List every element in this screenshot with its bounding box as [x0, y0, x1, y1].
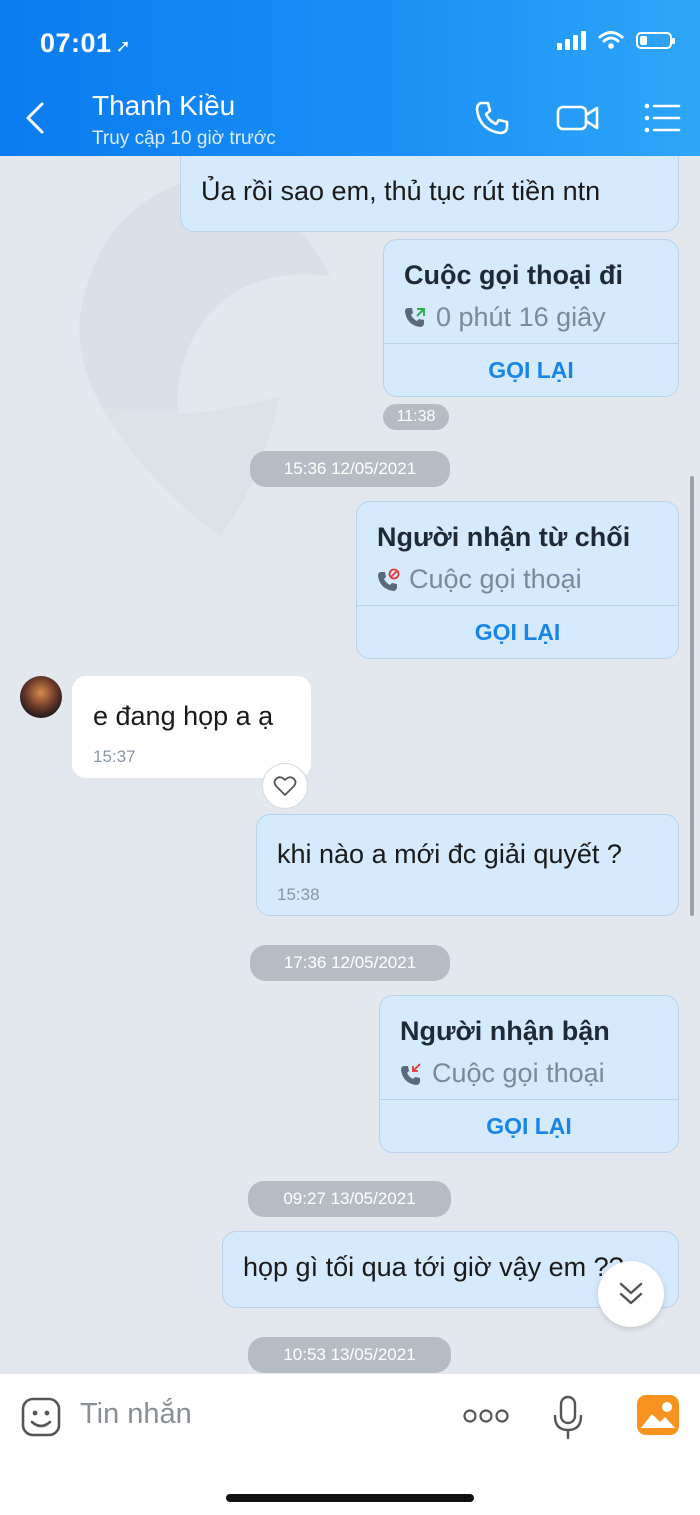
status-indicators: [557, 30, 675, 50]
date-separator: 09:27 13/05/2021: [248, 1181, 451, 1217]
call-back-button[interactable]: GỌI LẠI: [357, 619, 678, 646]
divider: [384, 343, 678, 344]
message-text: Ủa rồi sao em, thủ tục rút tiền ntn: [201, 176, 601, 206]
call-title: Người nhận từ chối: [377, 522, 631, 552]
outgoing-call-icon: [405, 307, 425, 327]
declined-call-icon: [378, 568, 400, 591]
status-time: 07:01 ➚: [40, 28, 131, 59]
call-type: Cuộc gọi thoại: [409, 564, 582, 594]
call-info: Cuộc gọi thoại: [398, 1058, 605, 1089]
message-text: e đang họp a ạ: [93, 701, 274, 731]
message-composer: Tin nhắn: [0, 1374, 700, 1515]
date-separator: 17:36 12/05/2021: [250, 945, 450, 981]
date-separator: 15:36 12/05/2021: [250, 451, 450, 487]
call-type: Cuộc gọi thoại: [432, 1058, 605, 1088]
emoji-sticker-icon[interactable]: [20, 1396, 62, 1438]
outgoing-call-card[interactable]: Cuộc gọi thoại đi 0 phút 16 giây GỌI LẠI: [383, 239, 679, 397]
video-call-icon[interactable]: [555, 98, 601, 138]
menu-list-icon[interactable]: [642, 98, 682, 138]
status-time-text: 07:01: [40, 28, 112, 58]
message-time: 15:38: [277, 885, 320, 904]
busy-call-card[interactable]: Người nhận bận Cuộc gọi thoại GỌI LẠI: [379, 995, 679, 1153]
battery-icon: [636, 31, 675, 49]
message-text: họp gì tối qua tới giờ vậy em ??: [243, 1252, 624, 1282]
contact-avatar[interactable]: [20, 676, 62, 718]
message-input[interactable]: Tin nhắn: [80, 1398, 192, 1431]
scroll-to-bottom-button[interactable]: [598, 1261, 664, 1327]
home-indicator: [226, 1494, 474, 1502]
call-title: Cuộc gọi thoại đi: [404, 260, 623, 290]
call-info: 0 phút 16 giây: [402, 302, 606, 333]
microphone-icon[interactable]: [552, 1394, 584, 1440]
wifi-icon: [598, 31, 624, 49]
message-time: 15:37: [93, 747, 136, 766]
heart-icon: [273, 776, 297, 796]
chat-header: 07:01 ➚ Thanh Kiều Truy cập 10 giờ trước: [0, 0, 700, 156]
call-title: Người nhận bận: [400, 1016, 610, 1046]
location-arrow-icon: ➚: [115, 36, 132, 56]
chat-area[interactable]: Ủa rồi sao em, thủ tục rút tiền ntn Cuộc…: [0, 156, 700, 1374]
double-chevron-down-icon: [619, 1282, 643, 1305]
incoming-message[interactable]: e đang họp a ạ 15:37: [72, 676, 311, 778]
date-separator: 10:53 13/05/2021: [248, 1337, 451, 1373]
more-options-icon[interactable]: [462, 1406, 510, 1426]
divider: [380, 1099, 678, 1100]
declined-call-card[interactable]: Người nhận từ chối Cuộc gọi thoại GỌI LẠ…: [356, 501, 679, 659]
contact-name[interactable]: Thanh Kiều: [92, 90, 235, 122]
call-back-button[interactable]: GỌI LẠI: [384, 357, 678, 384]
outgoing-message[interactable]: khi nào a mới đc giải quyết ? 15:38: [256, 814, 679, 916]
scrollbar[interactable]: [690, 476, 694, 916]
divider: [357, 605, 678, 606]
message-text: khi nào a mới đc giải quyết ?: [277, 839, 622, 869]
signal-icon: [557, 30, 586, 50]
call-back-button[interactable]: GỌI LẠI: [380, 1113, 678, 1140]
image-gallery-icon[interactable]: [636, 1394, 680, 1436]
missed-call-icon: [401, 1062, 421, 1085]
call-duration: 0 phút 16 giây: [436, 302, 606, 332]
outgoing-message[interactable]: Ủa rồi sao em, thủ tục rút tiền ntn: [180, 156, 679, 232]
react-heart-button[interactable]: [262, 763, 308, 809]
back-icon[interactable]: [22, 100, 50, 136]
last-seen-status: Truy cập 10 giờ trước: [92, 128, 276, 149]
call-info: Cuộc gọi thoại: [375, 564, 582, 595]
phone-call-icon[interactable]: [472, 98, 512, 138]
message-time-badge: 11:38: [383, 404, 449, 430]
